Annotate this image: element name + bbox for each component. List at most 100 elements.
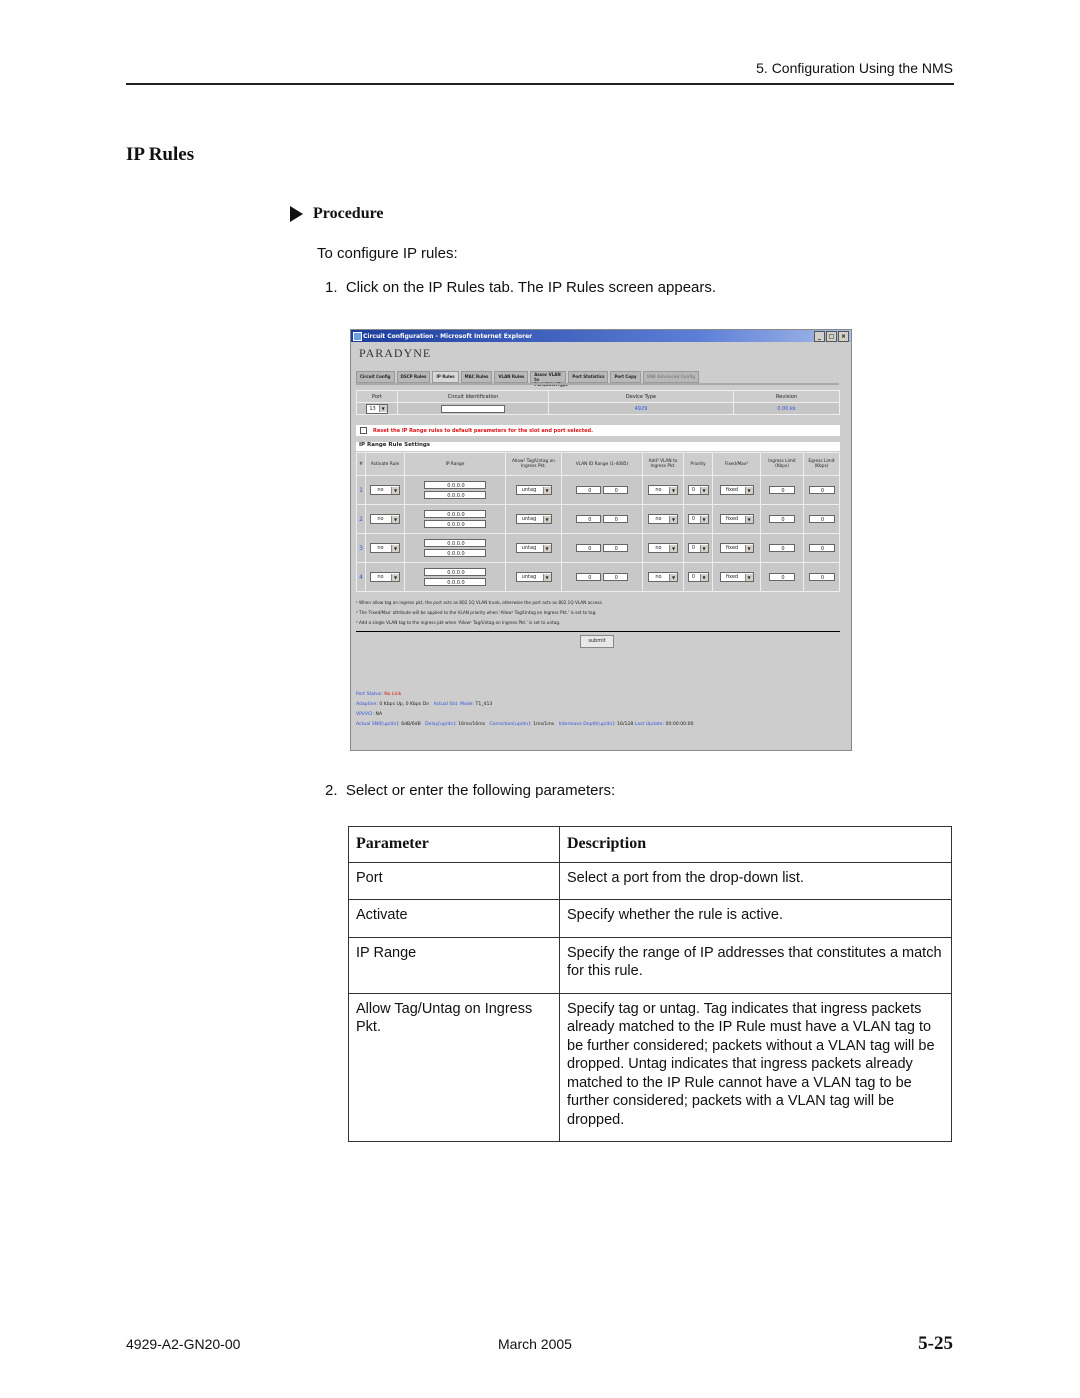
fixed-max-select[interactable]: fixed ▼: [719, 485, 754, 495]
add-vlan-select[interactable]: no ▼: [648, 514, 678, 524]
submit-button[interactable]: submit: [580, 635, 614, 648]
page-number: 5-25: [918, 1333, 953, 1354]
param-cell: Port: [348, 861, 560, 900]
ip-start-input[interactable]: 0.0.0.0: [424, 539, 486, 547]
tab-circuit-config[interactable]: Circuit Config: [356, 371, 395, 383]
param-cell: Activate: [348, 899, 560, 938]
dropdown-arrow-icon: ▼: [669, 515, 677, 523]
reset-checkbox[interactable]: [360, 427, 367, 434]
ingress-limit-input[interactable]: 0: [769, 544, 795, 552]
close-button[interactable]: ×: [838, 331, 849, 342]
ingress-limit-input[interactable]: 0: [769, 515, 795, 523]
allow-tag-select[interactable]: untag ▼: [515, 514, 552, 524]
dropdown-arrow-icon: ▼: [542, 515, 551, 523]
dropdown-arrow-icon: ▼: [542, 573, 551, 581]
egress-limit-input[interactable]: 0: [808, 515, 835, 523]
table-row: Activate Specify whether the rule is act…: [348, 899, 952, 938]
dropdown-arrow-icon: ▼: [669, 486, 677, 494]
maximize-button[interactable]: □: [826, 331, 837, 342]
add-vlan-select[interactable]: no ▼: [648, 485, 678, 495]
activate-select[interactable]: no ▼: [370, 543, 400, 553]
procedure-step-2: 2. Select or enter the following paramet…: [325, 782, 616, 799]
allow-tag-select[interactable]: untag ▼: [515, 572, 552, 582]
dropdown-arrow-icon: ▼: [699, 515, 708, 523]
vlan-to-input[interactable]: 0: [602, 515, 628, 523]
rule-number: 2: [356, 504, 366, 534]
port-select[interactable]: 13 ▼: [366, 403, 388, 414]
fixed-max-select[interactable]: fixed ▼: [719, 514, 754, 524]
col-allow: Allow¹ Tag/Untag on Ingress Pkt.: [505, 452, 562, 476]
tab-ip-rules[interactable]: IP Rules: [432, 371, 459, 383]
footnote-1: ¹ When allow tag on ingress pkt, the por…: [356, 600, 604, 605]
ingress-limit-input[interactable]: 0: [769, 573, 795, 581]
doc-number: 4929-A2-GN20-00: [126, 1336, 241, 1352]
allow-tag-select[interactable]: untag ▼: [515, 543, 552, 553]
circuit-id-input[interactable]: [441, 404, 505, 413]
last-update-value: 00:00:00:00: [665, 722, 694, 727]
notes-divider: [356, 631, 840, 632]
tab-vlan-rules[interactable]: VLAN Rules: [494, 371, 529, 383]
vlan-from-input[interactable]: 0: [576, 515, 602, 523]
ip-start-input[interactable]: 0.0.0.0: [424, 568, 486, 576]
running-header: 5. Configuration Using the NMS: [756, 60, 953, 76]
col-vlan-range: VLAN ID Range (1-4085): [561, 452, 643, 476]
egress-limit-input[interactable]: 0: [808, 486, 835, 494]
table-row: Port Select a port from the drop-down li…: [348, 861, 952, 900]
rule-row: 4 no ▼ 0.0.0.0 0.0.0.0 untag ▼ 0 0 no ▼ 0 ▼ fixed ▼ 0 0: [356, 562, 840, 592]
ie-icon: [353, 332, 362, 341]
std-mode-value: T1_413: [475, 702, 493, 707]
ip-start-input[interactable]: 0.0.0.0: [424, 481, 486, 489]
ip-end-input[interactable]: 0.0.0.0: [424, 578, 486, 586]
priority-select[interactable]: 0 ▼: [687, 572, 709, 582]
fixed-max-select[interactable]: fixed ▼: [719, 572, 754, 582]
tab-assoc-vlan[interactable]: Assoc VLAN to Port,EtherType: [530, 371, 568, 387]
add-vlan-select[interactable]: no ▼: [648, 572, 678, 582]
col-port: Port: [356, 390, 398, 403]
vlan-from-input[interactable]: 0: [576, 486, 602, 494]
dropdown-arrow-icon: ▼: [391, 515, 399, 523]
vlan-from-input[interactable]: 0: [576, 573, 602, 581]
vpivci-label: VPI/VCI:: [356, 712, 375, 717]
fixed-max-select[interactable]: fixed ▼: [719, 543, 754, 553]
dropdown-arrow-icon: ▼: [391, 486, 399, 494]
tab-snr-advanced[interactable]: SNR Advanced Config: [642, 371, 700, 383]
ip-end-input[interactable]: 0.0.0.0: [424, 549, 486, 557]
reset-label: Reset the IP Range rules to default para…: [373, 427, 593, 434]
vlan-to-input[interactable]: 0: [602, 573, 628, 581]
ip-end-input[interactable]: 0.0.0.0: [424, 520, 486, 528]
egress-limit-input[interactable]: 0: [808, 573, 835, 581]
table-row: IP Range Specify the range of IP address…: [348, 936, 952, 994]
description-cell: Specify the range of IP addresses that c…: [559, 936, 952, 994]
paradyne-logo: PARADYNE: [359, 346, 432, 360]
tab-bar: Circuit Config DSCP Rules IP Rules MAC R…: [356, 371, 700, 387]
activate-select[interactable]: no ▼: [370, 572, 400, 582]
activate-select[interactable]: no ▼: [370, 485, 400, 495]
activate-select[interactable]: no ▼: [370, 514, 400, 524]
vlan-to-input[interactable]: 0: [602, 544, 628, 552]
allow-tag-select[interactable]: untag ▼: [515, 485, 552, 495]
ip-start-input[interactable]: 0.0.0.0: [424, 510, 486, 518]
adaptive-value: 0 Kbps Up, 0 Kbps Dn: [379, 702, 430, 707]
ip-end-input[interactable]: 0.0.0.0: [424, 491, 486, 499]
egress-limit-input[interactable]: 0: [808, 544, 835, 552]
tab-dscp-rules[interactable]: DSCP Rules: [396, 371, 431, 383]
table-row: Allow Tag/Untag on Ingress Pkt. Specify …: [348, 992, 952, 1142]
vlan-to-input[interactable]: 0: [602, 486, 628, 494]
dropdown-arrow-icon: ▼: [744, 515, 753, 523]
procedure-label: Procedure: [313, 205, 384, 222]
priority-select[interactable]: 0 ▼: [687, 543, 709, 553]
add-vlan-select[interactable]: no ▼: [648, 543, 678, 553]
ingress-limit-input[interactable]: 0: [769, 486, 795, 494]
vlan-from-input[interactable]: 0: [576, 544, 602, 552]
procedure-intro: To configure IP rules:: [317, 245, 458, 262]
doc-date: March 2005: [498, 1336, 572, 1352]
description-cell: Select a port from the drop-down list.: [559, 861, 952, 900]
revision-value: 0.00.kk: [733, 402, 840, 415]
parameter-table: Parameter Description Port Select a port…: [348, 826, 952, 1142]
minimize-button[interactable]: _: [814, 331, 825, 342]
tab-mac-rules[interactable]: MAC Rules: [460, 371, 493, 383]
priority-select[interactable]: 0 ▼: [687, 485, 709, 495]
tab-port-statistics[interactable]: Port Statistics: [568, 371, 609, 383]
tab-port-copy[interactable]: Port Copy: [610, 371, 641, 383]
priority-select[interactable]: 0 ▼: [687, 514, 709, 524]
